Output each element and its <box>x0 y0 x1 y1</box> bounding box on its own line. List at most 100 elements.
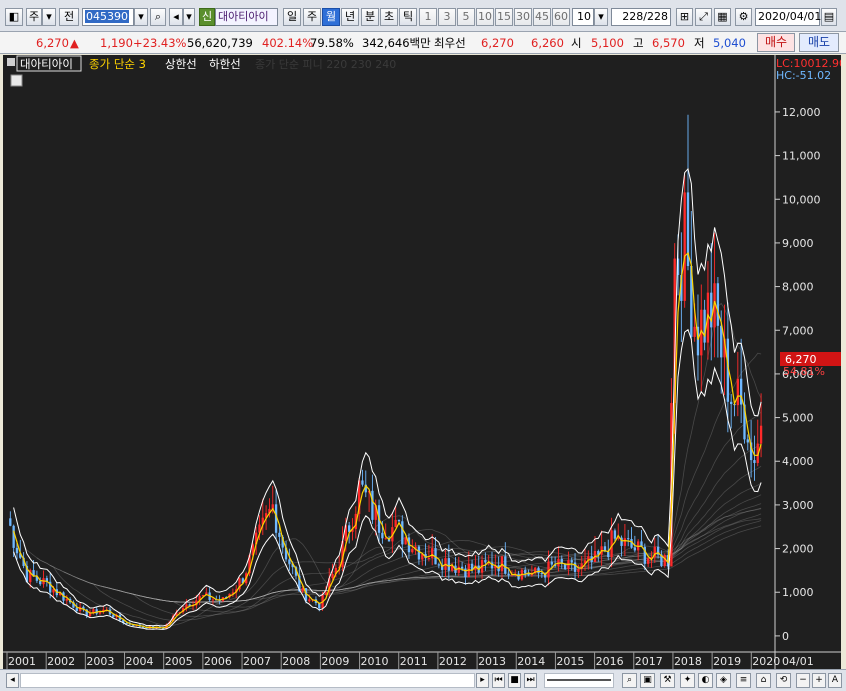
period-button-6[interactable]: 틱 <box>399 8 417 26</box>
ma3-line <box>13 251 762 629</box>
interval-button-6[interactable]: 45 <box>533 8 551 26</box>
y-tick-label: 2,000 <box>782 543 814 556</box>
stock-code-input[interactable]: 045390 <box>82 8 134 26</box>
candle-body <box>646 557 650 564</box>
ma-fan-line <box>50 411 762 617</box>
period-button-0[interactable]: 일 <box>283 8 301 26</box>
search-icon[interactable]: ⌕ <box>150 8 166 26</box>
y-tick-label: 10,000 <box>782 193 821 206</box>
period-button-4[interactable]: 분 <box>361 8 379 26</box>
candle-body <box>607 551 610 558</box>
change-percent: +23.43% <box>133 36 187 50</box>
magnify-icon[interactable]: ⌕ <box>622 673 637 688</box>
candle-body <box>524 569 527 574</box>
zoom-icon[interactable]: ⤢ <box>695 8 712 26</box>
tool3-icon[interactable]: ◐ <box>698 673 713 688</box>
price-tag: 6,270 54.81% <box>780 352 841 378</box>
code-dropdown-icon[interactable]: ▾ <box>134 8 148 26</box>
x-tick-label: 2007 <box>243 655 271 668</box>
period-button-3[interactable]: 년 <box>341 8 359 26</box>
x-tick-label: 2013 <box>478 655 506 668</box>
zoom-track[interactable] <box>544 673 614 688</box>
interval-input[interactable]: 10 <box>572 8 594 26</box>
legend-upper[interactable]: 상한선 <box>165 57 197 71</box>
sound-icon[interactable]: ◂ <box>169 8 183 26</box>
main-toolbar: ◧ 주 ▾ 전 045390 ▾ ⌕ ◂ ▾ 신 대아티아이 일주월년분초틱 1… <box>0 0 846 32</box>
x-tick-label: 2004 <box>126 655 154 668</box>
x-tick-label: 2012 <box>439 655 467 668</box>
lower-envelope-line <box>13 328 762 630</box>
buy-button[interactable]: 매수 <box>757 33 795 52</box>
chart-scrollbar: ◂ ▸ ⏮ ■ ⏭ ⌕ ▣ ⚒ ✦ ◐ ◈ ≡ ⌂ ⟲ − + A <box>0 669 846 691</box>
sell-button[interactable]: 매도 <box>799 33 839 52</box>
scroll-track[interactable] <box>20 673 475 688</box>
candle-body <box>88 613 92 617</box>
candle-body <box>397 519 401 522</box>
jeon-button[interactable]: 전 <box>59 8 79 26</box>
y-tick-label: 12,000 <box>782 106 821 119</box>
ma-fan-line <box>116 503 762 603</box>
candle-body <box>447 558 450 571</box>
scroll-left-icon[interactable]: ◂ <box>6 673 19 688</box>
type-select[interactable]: 주 <box>26 8 42 26</box>
candle-body <box>394 519 397 528</box>
first-icon[interactable]: ⏮ <box>492 673 505 688</box>
legend-lower[interactable]: 하한선 <box>209 57 241 71</box>
candle-body <box>693 326 696 337</box>
tool2-icon[interactable]: ✦ <box>680 673 695 688</box>
tool7-icon[interactable]: ⟲ <box>776 673 791 688</box>
scroll-right-icon[interactable]: ▸ <box>476 673 489 688</box>
quote-bar: 6,270 ▲ 1,190 +23.43% 56,620,739 402.14%… <box>0 32 846 54</box>
interval-button-0[interactable]: 1 <box>419 8 437 26</box>
grid-icon[interactable]: ⊞ <box>676 8 693 26</box>
period-button-1[interactable]: 주 <box>303 8 321 26</box>
tool4-icon[interactable]: ◈ <box>716 673 731 688</box>
price-chart[interactable]: 0 1,000 2,000 3,000 4,000 5,000 6,000 7,000 8,00… <box>3 55 846 669</box>
tool5-icon[interactable]: ≡ <box>736 673 751 688</box>
sin-badge[interactable]: 신 <box>199 8 215 26</box>
type-dropdown-icon[interactable]: ▾ <box>42 8 56 26</box>
autoscale-icon[interactable]: A <box>828 673 842 688</box>
candle-body <box>736 378 739 406</box>
interval-button-2[interactable]: 5 <box>457 8 475 26</box>
interval-button-1[interactable]: 3 <box>438 8 456 26</box>
x-tick-label: 2003 <box>86 655 114 668</box>
lock-icon[interactable]: ▣ <box>640 673 655 688</box>
candle-body <box>570 560 573 563</box>
next-icon[interactable]: ⏭ <box>524 673 537 688</box>
legend-table-icon[interactable] <box>10 74 23 87</box>
interval-button-7[interactable]: 60 <box>552 8 570 26</box>
x-last-label: 04/01 <box>782 655 814 668</box>
interval-button-4[interactable]: 15 <box>495 8 513 26</box>
interval-button-5[interactable]: 30 <box>514 8 532 26</box>
zoom-in-icon[interactable]: + <box>812 673 826 688</box>
candle-body <box>457 566 460 573</box>
interval-button-3[interactable]: 10 <box>476 8 494 26</box>
time-axis: 2001 2002 2003 2004 2005 2006 2007 2008 2009 2010… <box>6 652 814 669</box>
y-tick-label: 9,000 <box>782 237 814 250</box>
candle-body <box>507 573 510 576</box>
window-menu-icon[interactable]: ◧ <box>5 8 23 26</box>
candle-body <box>288 559 291 564</box>
sound-dropdown-icon[interactable]: ▾ <box>183 8 195 26</box>
y-tick-label: 3,000 <box>782 499 814 512</box>
gear-icon[interactable]: ⚙ <box>735 8 752 26</box>
period-button-5[interactable]: 초 <box>380 8 398 26</box>
tool6-icon[interactable]: ⌂ <box>756 673 771 688</box>
zoom-out-icon[interactable]: − <box>796 673 810 688</box>
calendar-icon[interactable]: ▤ <box>821 8 837 26</box>
candle-body <box>710 292 713 328</box>
low-price: 5,040 <box>713 36 746 50</box>
drawing-icon[interactable]: ▦ <box>714 8 731 26</box>
candle-body <box>683 192 686 301</box>
period-button-2[interactable]: 월 <box>322 8 340 26</box>
stop-icon[interactable]: ■ <box>508 673 521 688</box>
candle-body <box>437 564 441 566</box>
candle-body <box>12 525 15 548</box>
interval-dropdown-icon[interactable]: ▾ <box>594 8 608 26</box>
legend-ma[interactable]: 종가 단순 3 <box>89 57 146 71</box>
x-tick-label: 2005 <box>165 655 193 668</box>
date-input[interactable]: 2020/04/01 <box>755 8 821 26</box>
count-input[interactable]: 228/228 <box>611 8 671 26</box>
tool1-icon[interactable]: ⚒ <box>660 673 675 688</box>
